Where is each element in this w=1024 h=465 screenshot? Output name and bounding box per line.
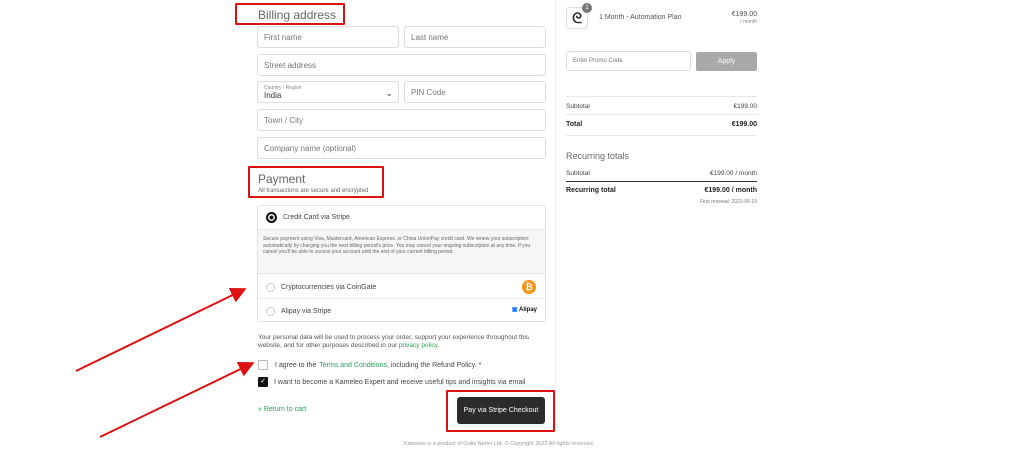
annotation-arrows <box>75 288 255 438</box>
arrow-to-terms-checkbox <box>99 362 255 438</box>
arrow-to-payment-methods <box>75 288 247 372</box>
